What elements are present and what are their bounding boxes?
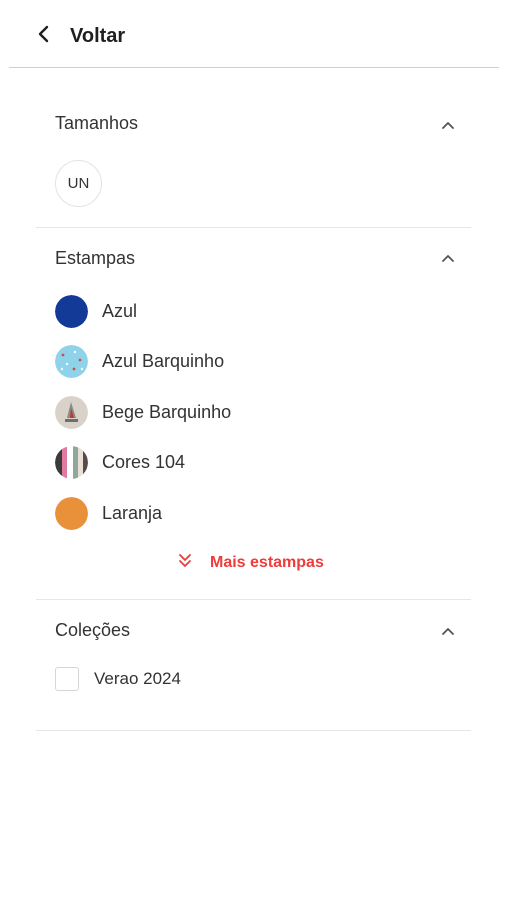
divider [36, 227, 471, 228]
pattern-option-azul-barquinho[interactable]: Azul Barquinho [55, 344, 224, 378]
chevron-up-icon[interactable] [438, 624, 458, 638]
double-chevron-down-icon [178, 552, 192, 573]
swatch-azul [55, 294, 88, 328]
back-label: Voltar [70, 25, 126, 47]
section-title-sizes[interactable]: Tamanhos [55, 113, 138, 134]
more-patterns-label: Mais estampas [210, 553, 324, 571]
pattern-option-bege-barquinho[interactable]: Bege Barquinho [55, 395, 231, 429]
header: Voltar [0, 0, 506, 68]
header-divider [9, 67, 499, 68]
pattern-label: Bege Barquinho [102, 401, 232, 422]
divider [36, 599, 471, 600]
pattern-option-azul[interactable]: Azul [55, 294, 137, 328]
checkbox[interactable] [55, 667, 79, 691]
swatch-azul-barquinho [55, 344, 88, 378]
section-title-collections[interactable]: Coleções [55, 620, 130, 641]
chevron-up-icon[interactable] [438, 118, 458, 132]
swatch-laranja [55, 496, 88, 530]
size-option-un[interactable]: UN [55, 160, 102, 207]
swatch-bege-barquinho [55, 395, 88, 429]
divider [36, 730, 471, 731]
pattern-option-laranja[interactable]: Laranja [55, 496, 162, 530]
collection-label: Verao 2024 [94, 669, 181, 688]
pattern-option-cores-104[interactable]: Cores 104 [55, 445, 185, 479]
chevron-up-icon[interactable] [438, 251, 458, 265]
collection-option-verao-2024[interactable]: Verao 2024 [55, 667, 181, 691]
pattern-label: Azul [102, 300, 138, 321]
section-title-patterns[interactable]: Estampas [55, 248, 135, 269]
pattern-label: Laranja [102, 502, 163, 523]
swatch-cores-104 [55, 445, 88, 479]
chevron-left-icon [36, 24, 52, 49]
back-button[interactable]: Voltar [36, 24, 125, 49]
more-patterns-button[interactable]: Mais estampas [178, 552, 324, 573]
pattern-label: Azul Barquinho [102, 350, 225, 371]
pattern-label: Cores 104 [102, 451, 186, 472]
